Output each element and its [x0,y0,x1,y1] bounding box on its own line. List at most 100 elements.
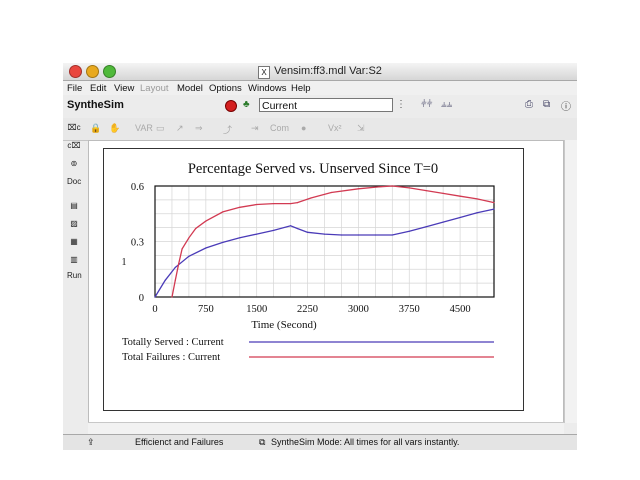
lock-tool-icon[interactable]: 🔒 [90,123,101,134]
menu-layout[interactable]: Layout [140,83,169,94]
data-point-series-2 [205,220,207,222]
title-bar: X Vensim:ff3.mdl Var:S2 [63,63,577,81]
data-point-series-1 [425,226,427,228]
rate-tool-icon[interactable]: ⇒ [195,123,203,134]
variable-tool-icon[interactable]: VAR [135,123,153,133]
sketch-toolbar: 🔒 ✋ VAR ▭ ↗ ⇒ ⤴ ⇥ Com ● Vx² ⇲ [63,118,577,141]
data-point-series-2 [357,188,359,190]
legend-label-2: Total Failures : Current [122,352,220,363]
sliders-reset-icon[interactable]: ⫨⫨ [441,99,452,110]
box-variable-tool-icon[interactable]: ▭ [156,123,165,134]
x-tick-label: 0 [152,304,157,315]
data-point-series-2 [181,248,183,250]
data-point-series-2 [476,198,478,200]
status-mode-text: SyntheSim Mode: All times for all vars i… [271,437,460,447]
data-point-series-1 [205,247,207,249]
data-point-series-2 [408,187,410,189]
menu-bar: File Edit View Layout Model Options Wind… [63,81,577,95]
table-time-down-icon[interactable]: ▥ [67,255,81,264]
data-point-series-1 [408,230,410,232]
x-axis-label: Time (Second) [251,319,317,331]
menu-view[interactable]: View [114,83,134,94]
info-icon[interactable]: ⓘ [561,98,571,113]
document-tool-icon[interactable]: Doc [67,177,81,186]
data-point-series-2 [239,206,241,208]
y-tick-label: 0.6 [131,182,144,193]
x-tick-label: 3000 [348,304,369,315]
data-point-series-1 [374,234,376,236]
graph-tool-icon[interactable]: ▨ [67,219,81,228]
menu-file[interactable]: File [67,83,82,94]
x-tick-label: 1500 [246,304,267,315]
data-point-series-2 [310,197,312,199]
synthesim-label: SyntheSim [67,99,124,111]
delete-tool-icon[interactable]: ⇲ [357,123,365,134]
data-point-series-1 [174,266,176,268]
causes-tree-icon[interactable]: ⌧c [67,123,81,132]
unhide-tool-icon[interactable]: ● [301,123,306,133]
data-point-series-1 [188,255,190,257]
data-point-series-2 [378,186,380,188]
menu-help[interactable]: Help [291,83,311,94]
data-point-series-1 [323,233,326,235]
data-point-series-2 [174,279,176,281]
print-icon[interactable]: ⎙ [525,99,533,110]
x-tick-label: 4500 [450,304,471,315]
runs-compare-icon[interactable]: Run [67,271,82,280]
data-point-series-2 [425,190,427,192]
menu-edit[interactable]: Edit [90,83,106,94]
data-point-series-2 [493,202,495,204]
loops-icon[interactable]: ⊚ [67,159,81,168]
menu-model[interactable]: Model [177,83,203,94]
shadow-variable-tool-icon[interactable]: ⤴ [223,123,232,136]
data-point-series-2 [273,202,275,205]
graph-frame: Percentage Served vs. Unserved Since T=0… [103,148,524,411]
table-tool-icon[interactable]: ▦ [67,237,81,246]
run-name-input[interactable]: Current [259,98,393,112]
y-axis-label: 1 [122,257,127,268]
equations-tool-icon[interactable]: Vx² [328,123,342,133]
data-point-series-2 [256,203,258,206]
uses-tree-icon[interactable]: c⌧ [67,141,81,150]
data-point-series-2 [459,195,461,197]
status-model-info-icon[interactable]: ⇪ [87,437,95,448]
data-point-series-2 [296,202,298,204]
hand-tool-icon[interactable]: ✋ [109,123,120,134]
document-icon: X [258,66,271,79]
record-run-button[interactable] [225,100,237,112]
run-options-icon[interactable]: ⋮ [396,99,406,110]
menu-windows[interactable]: Windows [248,83,287,94]
run-simulation-icon[interactable]: ♣ [243,99,250,110]
data-point-series-2 [290,202,292,205]
data-point-series-2 [391,185,393,187]
main-toolbar: SyntheSim ♣ Current ⋮ ⫩⫩ ⫨⫨ ⎙ ⧉ ⓘ [63,96,577,116]
x-tick-label: 2250 [297,304,318,315]
status-mode-icon: ⧉ [259,437,266,447]
vensim-window: X Vensim:ff3.mdl Var:S2 File Edit View La… [63,63,577,450]
vertical-scrollbar[interactable] [564,140,577,423]
window-list-icon[interactable]: ⧉ [543,99,550,110]
data-point-series-1 [493,208,495,210]
sliders-icon[interactable]: ⫩⫩ [421,99,432,110]
menu-options[interactable]: Options [209,83,242,94]
line-chart: Percentage Served vs. Unserved Since T=0… [122,161,495,363]
arrow-tool-icon[interactable]: ↗ [176,123,184,134]
causes-strip-icon[interactable]: ▤ [67,201,81,210]
data-point-series-1 [164,279,166,281]
input-output-tool-icon[interactable]: ⇥ [251,123,259,134]
y-tick-label: 0.3 [131,238,144,249]
data-point-series-1 [357,234,359,236]
data-point-series-2 [442,192,444,194]
comment-tool-icon[interactable]: Com [270,123,289,133]
chart-title: Percentage Served vs. Unserved Since T=0 [188,161,438,177]
data-point-series-1 [256,233,258,235]
data-point-series-2 [188,237,190,239]
data-point-series-2 [222,211,224,213]
data-point-series-2 [330,191,332,194]
window-title: Vensim:ff3.mdl Var:S2 [274,65,382,77]
x-tick-label: 750 [198,304,214,315]
analysis-toolbar: ⌧c c⌧ ⊚ Doc ▤ ▨ ▦ ▥ Run [63,119,85,424]
data-point-series-1 [273,229,275,231]
data-point-series-1 [306,231,309,233]
data-point-series-2 [178,263,180,265]
